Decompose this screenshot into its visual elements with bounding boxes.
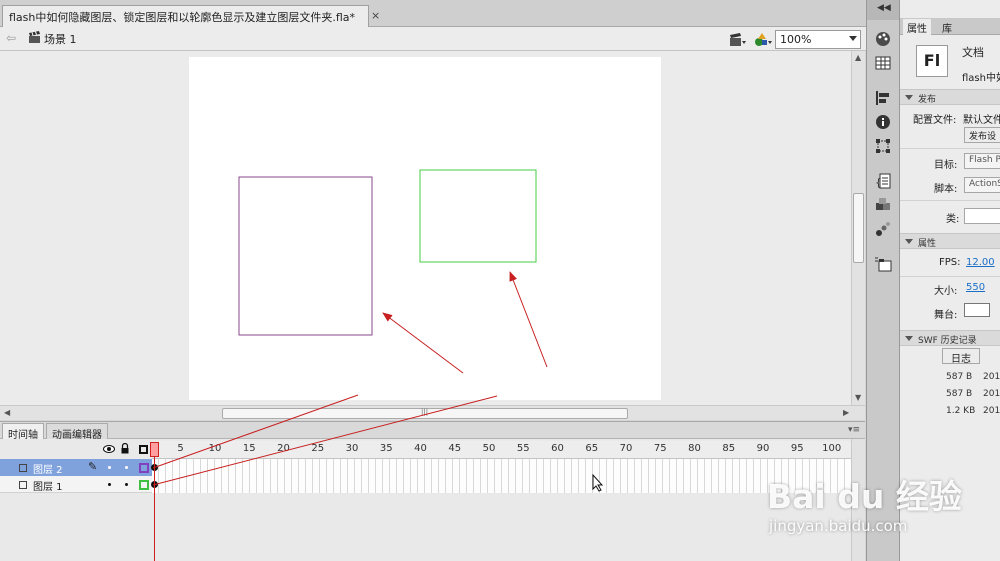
class-label: 类: — [946, 214, 960, 225]
align-icon[interactable] — [874, 89, 892, 107]
history-date: 2019 — [983, 389, 1000, 399]
section-title: SWF 历史记录 — [918, 336, 977, 346]
divider — [900, 148, 1000, 149]
section-properties[interactable]: 属性 — [900, 233, 1000, 249]
info-icon[interactable] — [874, 113, 892, 131]
mouse-cursor-icon — [592, 474, 604, 492]
history-date: 2019 — [983, 406, 1000, 416]
target-label: 目标: — [934, 160, 958, 171]
class-input[interactable] — [964, 208, 1000, 224]
script-label: 脚本: — [934, 184, 958, 195]
publish-settings-button[interactable]: 发布设 — [964, 127, 1000, 143]
script-select[interactable]: ActionS — [964, 177, 1000, 193]
history-date: 2019 — [983, 372, 1000, 382]
collapse-arrow-icon — [905, 239, 913, 244]
section-title: 属性 — [918, 239, 937, 249]
swatches-grid-icon[interactable] — [874, 54, 892, 72]
watermark-url: jingyan.baidu.com — [769, 517, 908, 535]
watermark-logo: Bai du 经验 — [767, 477, 962, 516]
history-size: 587 B — [946, 372, 973, 382]
fps-label: FPS: — [939, 257, 961, 268]
dock-header: ◀◀ — [867, 0, 899, 20]
stage-color-label: 舞台: — [934, 310, 958, 321]
profile-value: 默认文件 — [963, 115, 1000, 126]
collapse-arrow-icon — [905, 336, 913, 341]
annotation-line-1 — [152, 394, 359, 469]
tab-library[interactable]: 库 — [938, 20, 956, 35]
size-label: 大小: — [934, 286, 958, 297]
color-palette-icon[interactable] — [874, 30, 892, 48]
document-name: flash中如 — [962, 73, 1000, 84]
history-size: 587 B — [946, 389, 973, 399]
annotation-line-2 — [152, 395, 498, 486]
log-button[interactable]: 日志 — [942, 348, 980, 364]
section-swf-history[interactable]: SWF 历史记录 — [900, 330, 1000, 346]
motion-presets-icon[interactable] — [874, 220, 892, 238]
divider — [900, 200, 1000, 201]
fps-value[interactable]: 12.00 — [966, 257, 995, 268]
document-type-label: 文档 — [962, 46, 984, 59]
components-icon[interactable] — [874, 196, 892, 214]
transform-icon[interactable] — [874, 137, 892, 155]
tab-properties[interactable]: 属性 — [903, 19, 931, 35]
stage-color-swatch[interactable] — [964, 303, 990, 317]
collapse-arrow-icon — [905, 95, 913, 100]
target-select[interactable]: Flash P — [964, 153, 1000, 169]
profile-label: 配置文件: — [913, 115, 957, 126]
collapse-icon[interactable]: ◀◀ — [877, 3, 891, 13]
flash-document-icon: Fl — [916, 45, 948, 77]
section-publish[interactable]: 发布 — [900, 89, 1000, 105]
section-title: 发布 — [918, 95, 937, 105]
size-value[interactable]: 550 — [966, 282, 985, 293]
actions-icon[interactable]: { — [874, 172, 892, 190]
project-folder-icon[interactable] — [874, 255, 892, 273]
properties-tab-bar: 属性 库 — [900, 18, 1000, 35]
history-size: 1.2 KB — [946, 406, 976, 416]
svg-text:{: { — [875, 176, 882, 189]
divider — [900, 276, 1000, 277]
baidu-watermark: Bai du 经验 jingyan.baidu.com — [735, 462, 1000, 561]
